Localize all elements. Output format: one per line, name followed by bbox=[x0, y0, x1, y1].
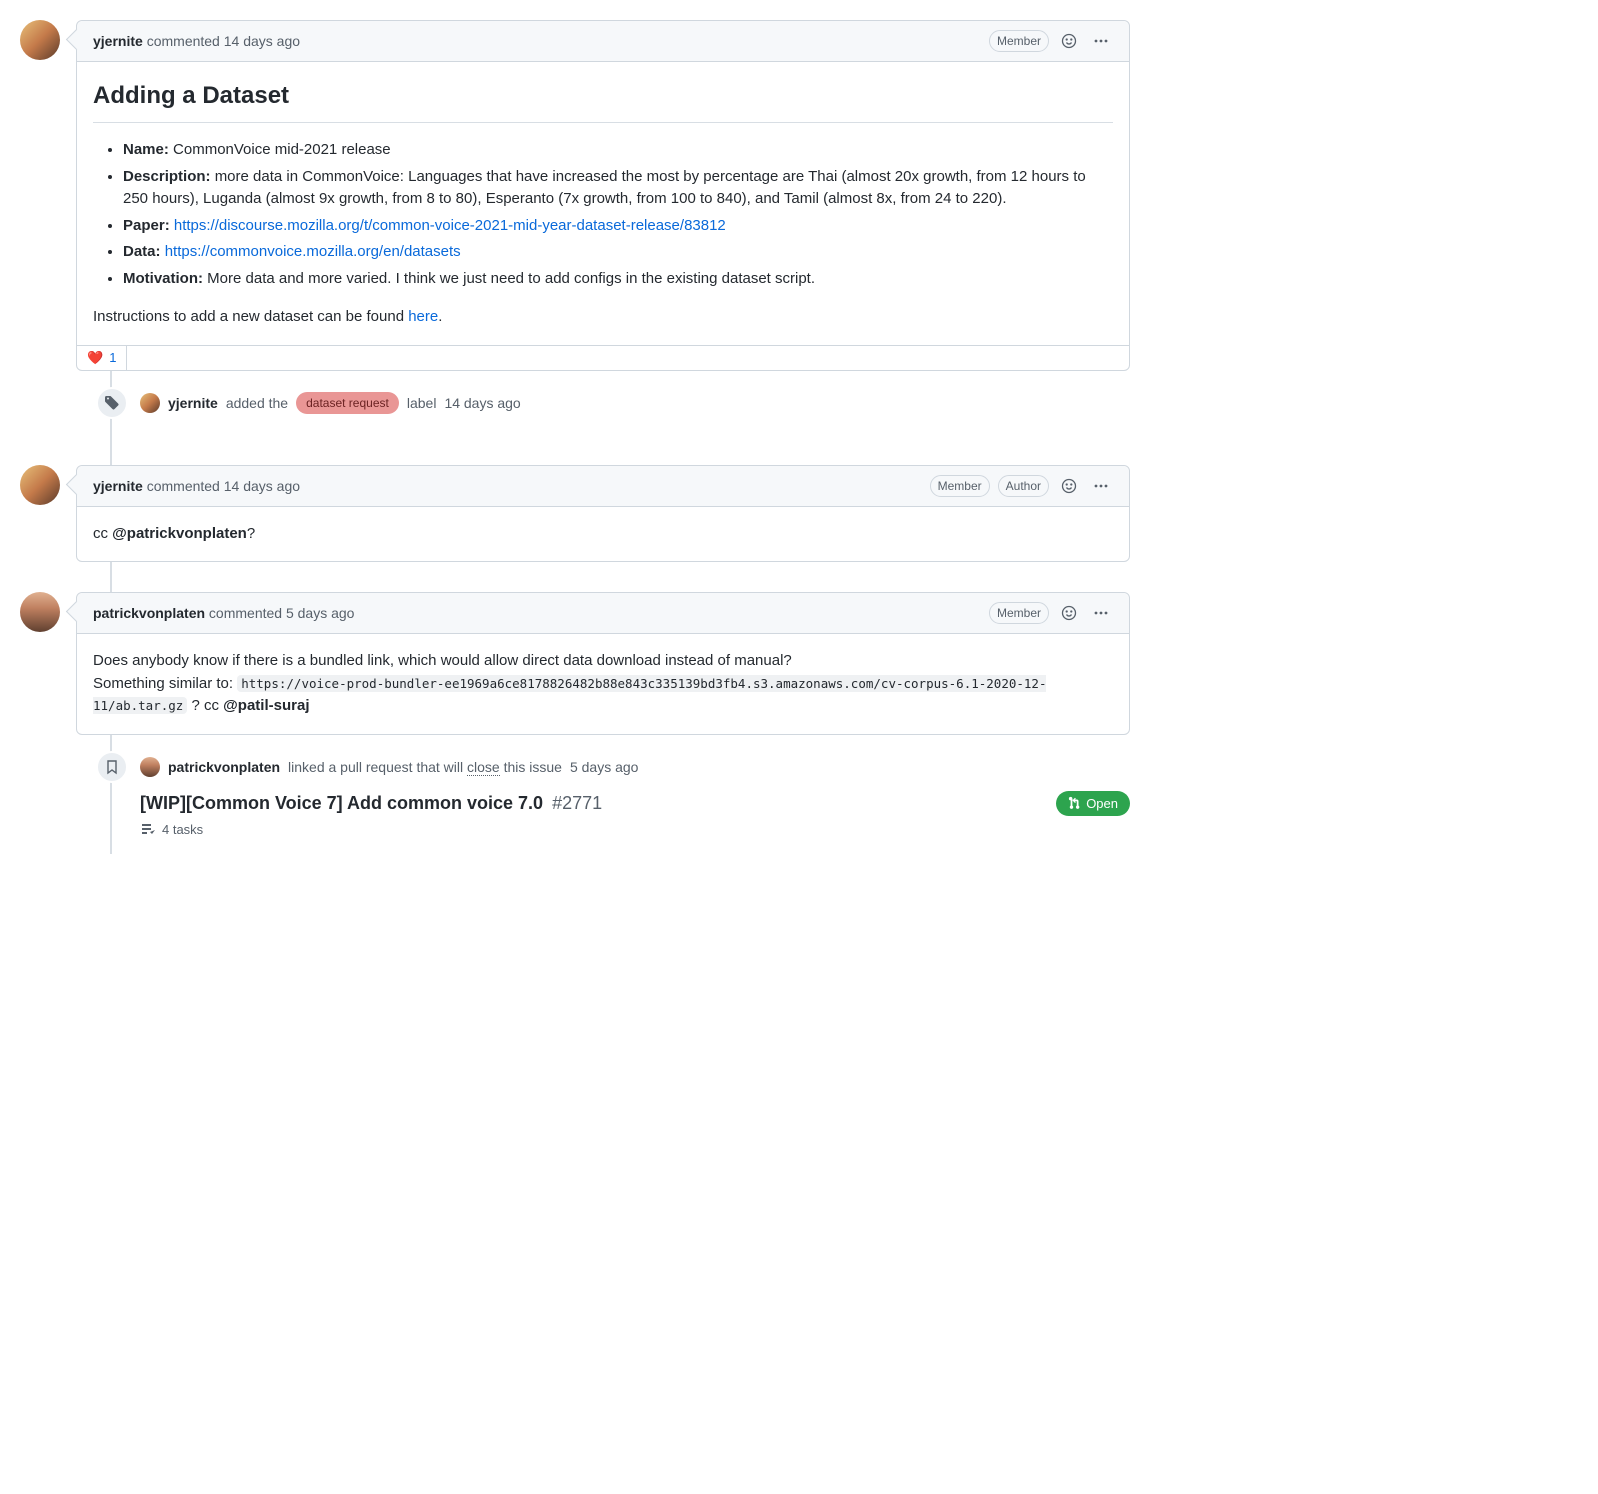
state-badge-open: Open bbox=[1056, 791, 1130, 816]
mini-avatar[interactable] bbox=[140, 757, 160, 777]
bullet-label: Data: bbox=[123, 243, 161, 260]
paper-link[interactable]: https://discourse.mozilla.org/t/common-v… bbox=[174, 217, 726, 234]
instructions-text: Instructions to add a new dataset can be… bbox=[93, 308, 408, 325]
tag-icon bbox=[96, 387, 128, 419]
comment-time[interactable]: 5 days ago bbox=[286, 605, 355, 621]
comment-header: patrickvonplaten commented 5 days ago Me… bbox=[77, 593, 1129, 634]
bullet-value: more data in CommonVoice: Languages that… bbox=[123, 168, 1086, 208]
body-text: Something similar to: bbox=[93, 675, 237, 692]
label-pill[interactable]: dataset request bbox=[296, 392, 399, 414]
body-text: ? cc bbox=[187, 697, 223, 714]
bookmark-icon bbox=[96, 751, 128, 783]
mention[interactable]: @patil-suraj bbox=[223, 697, 309, 714]
mini-avatar[interactable] bbox=[140, 393, 160, 413]
bullet-label: Paper: bbox=[123, 217, 170, 234]
role-badge: Member bbox=[989, 602, 1049, 624]
emoji-icon[interactable] bbox=[1057, 474, 1081, 498]
bullet-label: Description: bbox=[123, 168, 211, 185]
mention[interactable]: @patrickvonplaten bbox=[112, 525, 247, 542]
avatar[interactable] bbox=[20, 20, 60, 60]
instructions-link[interactable]: here bbox=[408, 308, 438, 325]
emoji-icon[interactable] bbox=[1057, 601, 1081, 625]
event-text: label bbox=[407, 395, 437, 411]
event-text: this issue bbox=[500, 759, 562, 775]
tasks-row: 4 tasks bbox=[96, 822, 1130, 838]
comment: yjernite commented 14 days ago Member Ad… bbox=[20, 20, 1130, 371]
kebab-icon[interactable] bbox=[1089, 29, 1113, 53]
data-link[interactable]: https://commonvoice.mozilla.org/en/datas… bbox=[165, 243, 461, 260]
comment: yjernite commented 14 days ago Member Au… bbox=[20, 465, 1130, 563]
comment-author[interactable]: yjernite bbox=[93, 33, 143, 49]
git-pull-request-icon bbox=[1068, 796, 1082, 810]
avatar[interactable] bbox=[20, 592, 60, 632]
comment-action: commented bbox=[209, 605, 282, 621]
comment-box: yjernite commented 14 days ago Member Au… bbox=[76, 465, 1130, 563]
pr-number: #2771 bbox=[552, 793, 602, 813]
comment-heading: Adding a Dataset bbox=[93, 78, 1113, 123]
comment-time[interactable]: 14 days ago bbox=[224, 33, 300, 49]
comment-box: patrickvonplaten commented 5 days ago Me… bbox=[76, 592, 1130, 735]
comment-action: commented bbox=[147, 33, 220, 49]
close-word[interactable]: close bbox=[467, 759, 500, 776]
comment-body: Does anybody know if there is a bundled … bbox=[77, 634, 1129, 734]
event-text: added the bbox=[226, 395, 288, 411]
event-author[interactable]: yjernite bbox=[168, 395, 218, 411]
timeline-pr-event: patrickvonplaten linked a pull request t… bbox=[40, 735, 1130, 854]
comment-header: yjernite commented 14 days ago Member bbox=[77, 21, 1129, 62]
reaction-heart[interactable]: ❤️ 1 bbox=[77, 346, 127, 370]
role-badge: Member bbox=[989, 30, 1049, 52]
body-text: cc bbox=[93, 525, 112, 542]
body-text: Does anybody know if there is a bundled … bbox=[93, 652, 792, 669]
comment-author[interactable]: patrickvonplaten bbox=[93, 605, 205, 621]
event-text: linked a pull request that will bbox=[288, 759, 467, 775]
role-badge: Author bbox=[998, 475, 1049, 497]
comment-author[interactable]: yjernite bbox=[93, 478, 143, 494]
event-time[interactable]: 5 days ago bbox=[570, 759, 639, 775]
kebab-icon[interactable] bbox=[1089, 474, 1113, 498]
bullet-label: Motivation: bbox=[123, 270, 203, 287]
comment-time[interactable]: 14 days ago bbox=[224, 478, 300, 494]
timeline-label-event: yjernite added the dataset request label… bbox=[40, 371, 1130, 435]
heart-icon: ❤️ bbox=[87, 350, 103, 366]
tasks-text: 4 tasks bbox=[162, 822, 203, 837]
checklist-icon bbox=[140, 822, 156, 838]
reaction-count: 1 bbox=[109, 350, 116, 365]
bullet-value: More data and more varied. I think we ju… bbox=[207, 270, 815, 287]
event-author[interactable]: patrickvonplaten bbox=[168, 759, 280, 775]
comment-box: yjernite commented 14 days ago Member Ad… bbox=[76, 20, 1130, 371]
bullet-value: CommonVoice mid-2021 release bbox=[173, 141, 391, 158]
emoji-icon[interactable] bbox=[1057, 29, 1081, 53]
bullet-label: Name: bbox=[123, 141, 169, 158]
comment-header: yjernite commented 14 days ago Member Au… bbox=[77, 466, 1129, 507]
avatar[interactable] bbox=[20, 465, 60, 505]
comment-action: commented bbox=[147, 478, 220, 494]
instructions-text: . bbox=[438, 308, 442, 325]
reaction-bar: ❤️ 1 bbox=[77, 345, 1129, 370]
pr-title-link[interactable]: [WIP][Common Voice 7] Add common voice 7… bbox=[140, 793, 602, 814]
event-time[interactable]: 14 days ago bbox=[444, 395, 520, 411]
comment-body: Adding a Dataset Name: CommonVoice mid-2… bbox=[77, 62, 1129, 345]
comment-body: cc @patrickvonplaten? bbox=[77, 507, 1129, 562]
role-badge: Member bbox=[930, 475, 990, 497]
kebab-icon[interactable] bbox=[1089, 601, 1113, 625]
comment: patrickvonplaten commented 5 days ago Me… bbox=[20, 592, 1130, 735]
body-text: ? bbox=[247, 525, 255, 542]
